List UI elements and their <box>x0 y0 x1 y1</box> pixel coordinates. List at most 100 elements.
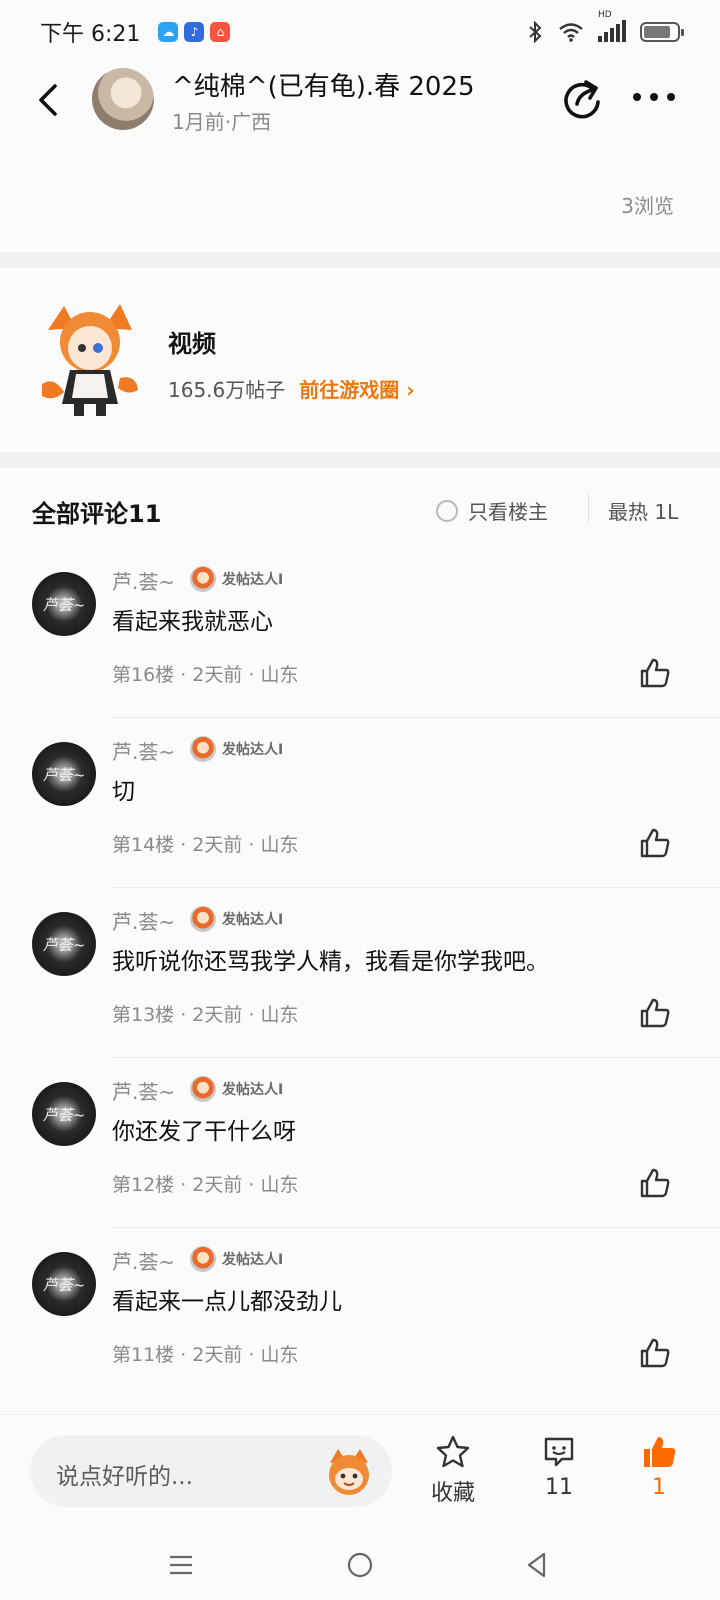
circle-subline: 165.6万帖子 前往游戏圈 › <box>168 374 414 403</box>
status-right: HD <box>526 10 684 43</box>
go-to-circle-label: 前往游戏圈 <box>299 378 400 402</box>
comment-bubble-icon <box>544 1437 574 1467</box>
like-count: 1 <box>652 1475 666 1500</box>
comment-meta: 第11楼 · 2天前 · 山东 <box>112 1344 299 1366</box>
chevron-right-icon: › <box>406 378 415 402</box>
comments-title: 全部评论11 <box>32 500 162 528</box>
bottom-action-bar: 说点好听的... 收藏 11 1 <box>0 1414 720 1514</box>
comment-item[interactable]: 芦荟~ 芦.荟~ 发帖达人I 你还发了干什么呀 第12楼 · 2天前 · 山东 <box>0 1058 720 1228</box>
owner-only-toggle[interactable]: 只看楼主 <box>436 496 548 525</box>
badge-icon <box>190 906 216 932</box>
author-name[interactable]: ^纯棉^(已有龟).春 2025 <box>172 66 475 103</box>
badge-icon <box>190 736 216 762</box>
status-bar: 下午 6:21 ☁ ♪ ⌂ HD <box>0 0 720 64</box>
comment-text: 看起来我就恶心 <box>112 609 273 635</box>
commenter-badge: 发帖达人I <box>190 1246 283 1272</box>
badge-icon <box>190 1076 216 1102</box>
chevron-left-icon <box>39 84 57 116</box>
commenter-avatar[interactable]: 芦荟~ <box>32 742 96 806</box>
comment-text: 你还发了干什么呀 <box>112 1119 296 1145</box>
commenter-name[interactable]: 芦.荟~ <box>112 566 175 595</box>
wifi-icon <box>559 23 583 42</box>
view-count: 3浏览 <box>621 194 674 218</box>
like-button[interactable]: 1 <box>624 1433 694 1513</box>
share-icon <box>564 80 600 119</box>
battery-icon <box>640 22 684 42</box>
menu-icon[interactable] <box>166 1550 196 1580</box>
commenter-name[interactable]: 芦.荟~ <box>112 1076 175 1105</box>
bluetooth-icon <box>529 21 542 43</box>
comment-meta: 第14楼 · 2天前 · 山东 <box>112 834 299 856</box>
comment-item[interactable]: 芦荟~ 芦.荟~ 发帖达人I 看起来一点儿都没劲儿 第11楼 · 2天前 · 山… <box>0 1228 720 1398</box>
comment-item[interactable]: 芦荟~ 芦.荟~ 发帖达人I 我听说你还骂我学人精，我看是你学我吧。 第13楼 … <box>0 888 720 1058</box>
status-time: 下午 6:21 <box>40 22 141 47</box>
thumbs-up-icon[interactable] <box>638 826 672 860</box>
thumbs-up-icon[interactable] <box>638 1166 672 1200</box>
comment-button[interactable]: 11 <box>524 1433 594 1513</box>
more-dot-icon <box>633 93 641 101</box>
badge-label: 发帖达人I <box>222 1082 284 1098</box>
radio-icon <box>436 499 458 522</box>
comment-meta: 第12楼 · 2天前 · 山东 <box>112 1174 299 1196</box>
system-nav-bar <box>0 1530 720 1600</box>
signal-icon: HD <box>598 10 626 42</box>
badge-icon <box>190 1246 216 1272</box>
commenter-badge: 发帖达人I <box>190 736 283 762</box>
favorite-label: 收藏 <box>430 1481 475 1506</box>
circle-title: 视频 <box>168 330 216 358</box>
more-options-button[interactable] <box>630 82 678 112</box>
author-meta: 1月前·广西 <box>172 110 272 134</box>
back-button[interactable] <box>30 78 64 122</box>
reply-input[interactable]: 说点好听的... <box>30 1435 392 1507</box>
sort-selector[interactable]: 最热 1L <box>608 496 688 525</box>
section-divider <box>0 252 720 268</box>
comment-text: 看起来一点儿都没劲儿 <box>112 1289 342 1315</box>
more-dot-icon <box>650 93 658 101</box>
mascot-icon <box>42 304 138 416</box>
commenter-badge: 发帖达人I <box>190 1076 283 1102</box>
notification-icon: ♪ <box>184 22 205 42</box>
more-dot-icon <box>667 93 675 101</box>
owner-only-label: 只看楼主 <box>468 500 548 524</box>
commenter-avatar[interactable]: 芦荟~ <box>32 1082 96 1146</box>
game-circle-card[interactable]: 视频 165.6万帖子 前往游戏圈 › <box>0 272 720 452</box>
comment-meta: 第16楼 · 2天前 · 山东 <box>112 664 299 686</box>
commenter-name[interactable]: 芦.荟~ <box>112 736 175 765</box>
back-triangle-icon[interactable] <box>522 1550 552 1580</box>
author-avatar[interactable] <box>92 68 154 130</box>
section-divider <box>0 452 720 468</box>
commenter-name[interactable]: 芦.荟~ <box>112 1246 175 1275</box>
comment-text: 我听说你还骂我学人精，我看是你学我吧。 <box>112 949 549 975</box>
comment-item[interactable]: 芦荟~ 芦.荟~ 发帖达人I 切 第14楼 · 2天前 · 山东 <box>0 718 720 888</box>
commenter-avatar[interactable]: 芦荟~ <box>32 572 96 636</box>
circle-post-count: 165.6万帖子 <box>168 378 286 402</box>
reply-placeholder: 说点好听的... <box>56 1464 193 1490</box>
comment-text: 切 <box>112 779 135 805</box>
commenter-badge: 发帖达人I <box>190 906 283 932</box>
thumbs-up-filled-icon <box>644 1437 676 1467</box>
commenter-avatar[interactable]: 芦荟~ <box>32 1252 96 1316</box>
share-button[interactable] <box>560 76 604 120</box>
home-circle-icon[interactable] <box>345 1550 375 1580</box>
badge-label: 发帖达人I <box>222 1252 284 1268</box>
thumbs-up-icon[interactable] <box>638 1336 672 1370</box>
star-icon <box>436 1435 470 1468</box>
comment-count: 11 <box>545 1475 573 1500</box>
emoji-mascot-icon[interactable] <box>322 1445 376 1499</box>
badge-icon <box>190 566 216 592</box>
home-app-icon: ⌂ <box>210 22 231 42</box>
thumbs-up-icon[interactable] <box>638 996 672 1030</box>
badge-label: 发帖达人I <box>222 572 284 588</box>
commenter-avatar[interactable]: 芦荟~ <box>32 912 96 976</box>
badge-label: 发帖达人I <box>222 742 284 758</box>
go-to-circle-link[interactable]: 前往游戏圈 › <box>299 374 414 403</box>
signal-hd-label: HD <box>598 10 612 20</box>
status-app-icons: ☁ ♪ ⌂ <box>158 22 231 42</box>
weather-icon: ☁ <box>158 22 179 42</box>
thumbs-up-icon[interactable] <box>638 656 672 690</box>
badge-label: 发帖达人I <box>222 912 284 928</box>
comment-item[interactable]: 芦荟~ 芦.荟~ 发帖达人I 看起来我就恶心 第16楼 · 2天前 · 山东 <box>0 548 720 718</box>
commenter-badge: 发帖达人I <box>190 566 283 592</box>
commenter-name[interactable]: 芦.荟~ <box>112 906 175 935</box>
favorite-button[interactable]: 收藏 <box>418 1433 488 1513</box>
